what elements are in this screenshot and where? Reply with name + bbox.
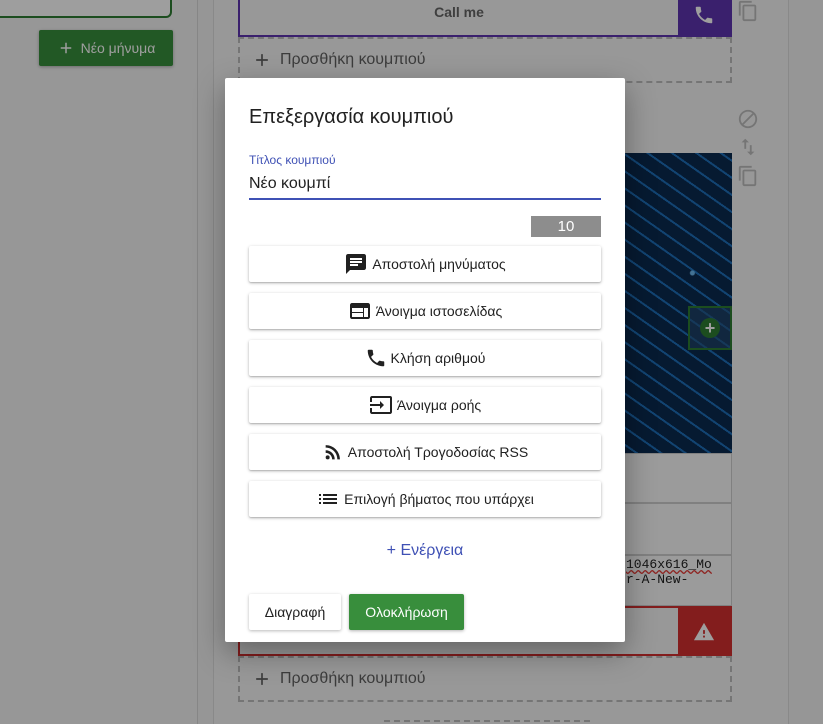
call-number-label: Κλήση αριθμού (390, 350, 486, 366)
send-message-label: Αποστολή μηνύματος (372, 256, 506, 272)
send-message-button[interactable]: Αποστολή μηνύματος (249, 246, 601, 282)
send-rss-button[interactable]: Αποστολή Τρογοδοσίας RSS (249, 434, 601, 470)
edit-button-dialog: Επεξεργασία κουμπιού Τίτλος κουμπιού 10 … (225, 78, 625, 642)
send-rss-label: Αποστολή Τρογοδοσίας RSS (347, 444, 529, 460)
add-action-link[interactable]: + Ενέργεια (225, 542, 625, 560)
char-counter: 10 (531, 216, 601, 237)
dialog-title: Επεξεργασία κουμπιού (249, 106, 454, 128)
button-title-input[interactable] (249, 171, 601, 200)
delete-button[interactable]: Διαγραφή (249, 594, 341, 630)
select-step-button[interactable]: Επιλογή βήματος που υπάρχει (249, 481, 601, 517)
select-step-label: Επιλογή βήματος που υπάρχει (344, 491, 534, 507)
open-website-button[interactable]: Άνοιγμα ιστοσελίδας (249, 293, 601, 329)
action-list: Αποστολή μηνύματος Άνοιγμα ιστοσελίδας Κ… (249, 246, 601, 528)
phone-icon (367, 349, 384, 367)
open-flow-label: Άνοιγμα ροής (396, 397, 482, 413)
open-website-label: Άνοιγμα ιστοσελίδας (375, 303, 503, 319)
call-number-button[interactable]: Κλήση αριθμού (249, 340, 601, 376)
button-title-label: Τίτλος κουμπιού (249, 153, 336, 167)
list-icon (319, 494, 338, 504)
open-flow-button[interactable]: Άνοιγμα ροής (249, 387, 601, 423)
input-icon (369, 396, 392, 414)
done-button[interactable]: Ολοκλήρωση (349, 594, 464, 630)
rss-icon (325, 445, 340, 460)
message-icon (346, 254, 367, 274)
web-icon (349, 303, 370, 319)
